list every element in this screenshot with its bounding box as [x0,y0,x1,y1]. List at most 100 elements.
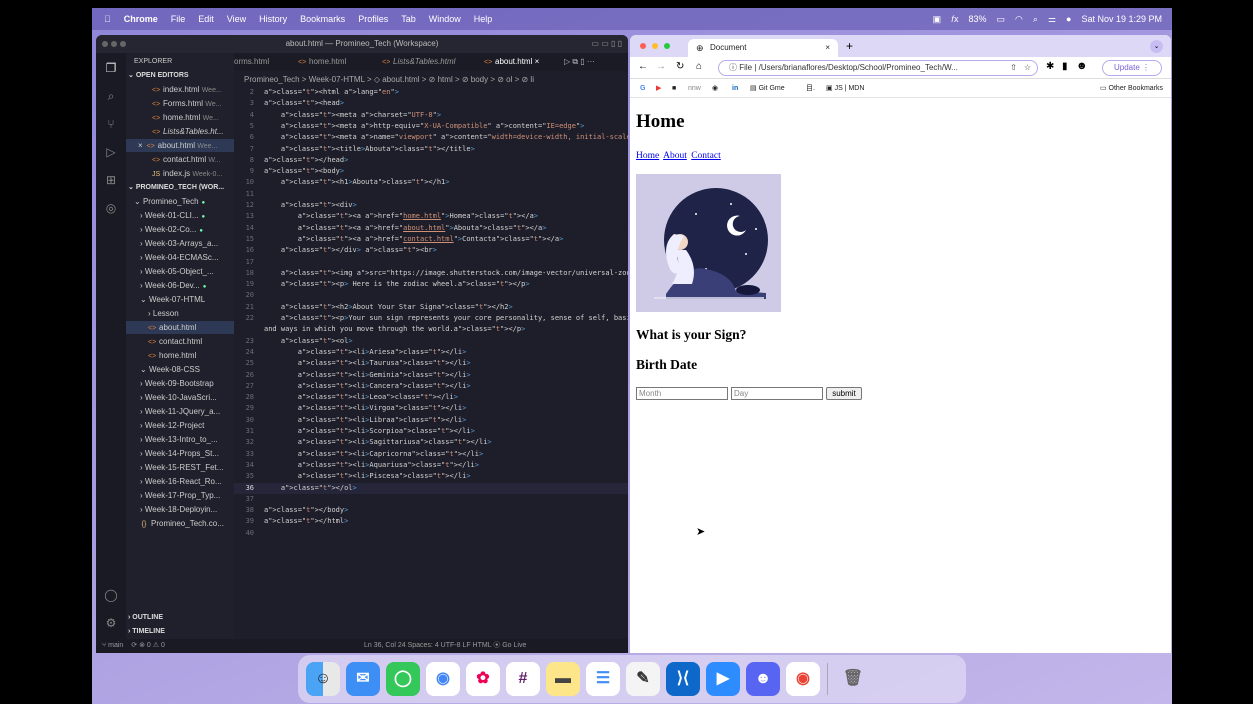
open-editor-item[interactable]: <> home.html We... [126,111,234,124]
folder-item[interactable]: › Week-13-Intro_to_... [126,433,234,446]
code-line[interactable]: 33 a">class="t"><li>Capricorna">class="t… [234,449,628,460]
folder-item[interactable]: › Week-06-Dev... ● [126,279,234,292]
chrome-tab-document[interactable]: ⊕ Document × [688,39,838,57]
forward-icon[interactable]: → [656,61,666,72]
menu-view[interactable]: View [227,14,246,24]
screen-record-icon[interactable]: ▣ [933,14,942,24]
bookmark-icon[interactable]: nnw [688,83,701,95]
folder-item[interactable]: ⌄ Week-07-HTML [126,293,234,306]
textedit-icon[interactable]: ✎ [626,662,660,696]
extensions-icon[interactable]: ⊞ [104,173,118,187]
apple-icon[interactable]:  [104,14,111,24]
menu-history[interactable]: History [259,14,287,24]
folder-item[interactable]: › Week-02-Co... ● [126,223,234,236]
clock[interactable]: Sat Nov 19 1:29 PM [1081,14,1162,24]
nav-link-home[interactable]: Home [636,151,659,161]
folder-item[interactable]: › Week-15-REST_Fet... [126,461,234,474]
open-editor-item[interactable]: <> index.html Wee... [126,83,234,96]
zoom-window-icon[interactable] [120,41,126,47]
google-bookmark-icon[interactable]: G [640,83,645,95]
source-control-icon[interactable]: ⑂ [104,117,118,131]
chrome-icon[interactable]: ◉ [426,662,460,696]
code-line[interactable]: 7 a">class="t"><title>Abouta">class="t">… [234,144,628,155]
code-line[interactable]: 31 a">class="t"><li>Scorpioa">class="t">… [234,426,628,437]
formula-icon[interactable]: 𝑓x [951,14,958,24]
folder-item[interactable]: › Week-17-Prop_Typ... [126,489,234,502]
close-window-icon[interactable] [102,41,108,47]
menu-profiles[interactable]: Profiles [358,14,388,24]
menu-help[interactable]: Help [474,14,493,24]
code-line[interactable]: 38 a">class="t"></body> [234,505,628,516]
code-line[interactable]: 34 a">class="t"><li>Aquariusa">class="t"… [234,460,628,471]
youtube-bookmark-icon[interactable]: ▶ [656,83,661,95]
timeline-header[interactable]: › TIMELINE [126,625,234,639]
folder-item[interactable]: › Week-05-Object_... [126,265,234,278]
bookmark-icon[interactable]: 目. [806,83,815,95]
code-line[interactable]: 21 a">class="t"><h2>About Your Star Sign… [234,302,628,313]
code-line[interactable]: 22 a">class="t"><p>Your sun sign represe… [234,313,628,324]
folder-item[interactable]: ⌄ Promineo_Tech ● [126,195,234,208]
folder-item[interactable]: › Lesson [126,307,234,320]
code-line[interactable]: 39 a">class="t"></html> [234,516,628,527]
code-line[interactable]: 29 a">class="t"><li>Virgoa">class="t"></… [234,403,628,414]
code-line[interactable]: 9 a">class="t"><body> [234,166,628,177]
finder-icon[interactable]: ☺ [306,662,340,696]
tab-home[interactable]: <> home.html [298,53,346,71]
outline-header[interactable]: › OUTLINE [126,611,234,625]
submit-button[interactable]: submit [826,387,862,400]
code-line[interactable]: 40 [234,528,628,539]
zoom-window-icon[interactable] [664,43,670,49]
code-line[interactable]: 2 a">class="t"><html a">lang="en"> [234,87,628,98]
status-branch[interactable]: main [108,642,123,649]
minimize-window-icon[interactable] [652,43,658,49]
folder-item[interactable]: › Week-11-JQuery_a... [126,405,234,418]
bookmark-icon[interactable]: ■ [672,83,676,95]
code-line[interactable]: 3 a">class="t"><head> [234,98,628,109]
file-item[interactable]: {} Promineo_Tech.co... [126,517,234,530]
folder-item[interactable]: › Week-10-JavaScri... [126,391,234,404]
open-editor-item[interactable]: <> Forms.html We... [126,97,234,110]
close-icon[interactable]: × [535,57,540,66]
open-editor-item[interactable]: <> Lists&Tables.ht... [126,125,234,138]
code-line[interactable]: 30 a">class="t"><li>Libraa">class="t"></… [234,415,628,426]
code-line[interactable]: 6 a">class="t"><meta a">name="viewport" … [234,132,628,143]
folder-item[interactable]: › Week-01-CLI... ● [126,209,234,222]
home-icon[interactable]: ⌂ [696,61,702,72]
open-editor-item[interactable]: <> contact.html W... [126,153,234,166]
layout-icons[interactable]: ▭ ▭ ▯ ▯ [591,35,622,53]
code-line[interactable]: 17 [234,257,628,268]
code-line[interactable]: 4 a">class="t"><meta a">charset="UTF-8"> [234,110,628,121]
address-bar[interactable]: ⓘ File | /Users/brianaflores/Desktop/Sch… [718,60,1038,76]
menu-window[interactable]: Window [429,14,461,24]
breadcrumb[interactable]: Promineo_Tech > Week-07-HTML > ◇ about.h… [244,73,628,86]
wifi-icon[interactable]: ◠ [1015,14,1023,24]
code-line[interactable]: 12 a">class="t"><div> [234,200,628,211]
discord-icon[interactable]: ☻ [746,662,780,696]
settings-gear-icon[interactable]: ⚙ [104,616,118,630]
folder-item[interactable]: › Week-14-Props_St... [126,447,234,460]
close-window-icon[interactable] [640,43,646,49]
sidepanel-icon[interactable]: ▮ [1062,61,1068,72]
close-icon[interactable]: × [825,39,830,57]
linkedin-bookmark-icon[interactable]: in [732,83,738,95]
explorer-icon[interactable]: ❐ [104,61,118,75]
code-editor[interactable]: 2 a">class="t"><html a">lang="en"> 3 a">cla… [234,87,628,639]
file-item[interactable]: <> home.html [126,349,234,362]
bookmark-git-gme[interactable]: ▤ Git Gme [750,83,785,95]
other-bookmarks[interactable]: ▭ Other Bookmarks [1100,83,1163,95]
vscode-icon[interactable]: ⟩⟨ [666,662,700,696]
code-line[interactable]: 10 a">class="t"><h1>Abouta">class="t"></… [234,177,628,188]
tab-forms[interactable]: orms.html [234,53,269,71]
code-line[interactable]: 5 a">class="t"><meta a">http-equiv="X-UA… [234,121,628,132]
control-center-icon[interactable]: ⚌ [1048,14,1056,24]
code-line[interactable]: 15 a">class="t"><a a">href="contact.html… [234,234,628,245]
chevron-down-icon[interactable]: ⌄ [1150,40,1163,53]
new-tab-icon[interactable]: + [846,39,853,53]
share-icon[interactable]: ⇧ [1010,61,1017,74]
notes-icon[interactable]: ▬ [546,662,580,696]
code-line[interactable]: 26 a">class="t"><li>Geminia">class="t"><… [234,370,628,381]
nav-link-about[interactable]: About [663,151,687,161]
code-line[interactable]: 20 [234,290,628,301]
open-editor-item[interactable]: JS index.js Week-0... [126,167,234,180]
folder-item[interactable]: › Week-18-Deployin... [126,503,234,516]
